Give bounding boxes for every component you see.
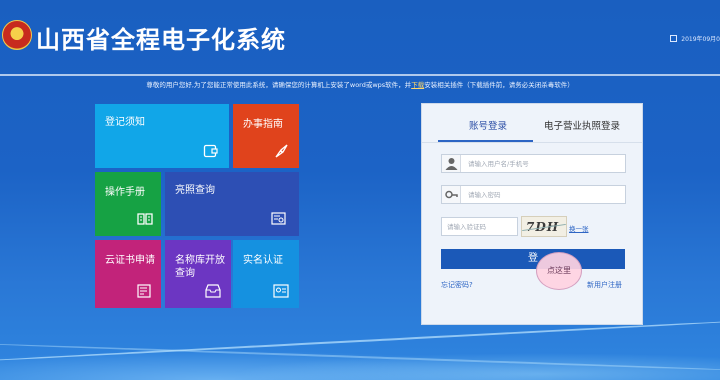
wave-line	[0, 342, 720, 372]
tab-account-login[interactable]: 账号登录	[469, 118, 507, 132]
tile-label: 操作手册	[105, 187, 145, 198]
tile-register-notice[interactable]: 登记须知	[95, 104, 229, 168]
tile-label: 云证书申请	[105, 255, 155, 266]
tile-label: 亮照查询	[175, 185, 215, 196]
tile-realname-auth[interactable]: 实名认证	[233, 240, 299, 308]
login-button[interactable]: 登	[441, 249, 625, 269]
calendar-icon	[670, 35, 678, 42]
click-here-callout: 点这里	[536, 252, 582, 290]
search-document-icon	[271, 212, 286, 225]
date-display: 2019年09月0	[670, 34, 720, 43]
download-link[interactable]: 下载	[411, 81, 424, 89]
username-input[interactable]	[468, 157, 618, 170]
password-input[interactable]	[468, 188, 618, 201]
date-text: 2019年09月0	[681, 36, 720, 43]
refresh-captcha-link[interactable]: 换一张	[569, 223, 589, 233]
national-emblem-icon	[2, 20, 32, 50]
captcha-input[interactable]	[447, 220, 515, 233]
tile-license-query[interactable]: 亮照查询	[165, 172, 299, 236]
notice-text-before: 尊敬的用户您好,为了您能正常使用此系统，请确保您的计算机上安装了word或wps…	[146, 81, 412, 89]
system-title: 山西省全程电子化系统	[36, 26, 286, 54]
compass-icon	[275, 144, 288, 158]
notice-text-after: 安装相关插件（下载插件前，请务必关闭杀毒软件）	[424, 81, 574, 89]
register-link[interactable]: 新用户注册	[587, 280, 622, 290]
tile-name-database[interactable]: 名称库开放查询	[165, 240, 231, 308]
username-field	[441, 154, 626, 173]
password-field	[441, 185, 626, 204]
page-header: 山西省全程电子化系统 2019年09月0	[0, 0, 720, 74]
user-icon	[442, 155, 461, 172]
captcha-field	[441, 217, 518, 236]
tile-cert-apply[interactable]: 云证书申请	[95, 240, 161, 308]
tile-label: 名称库开放查询	[175, 255, 225, 279]
tab-divider	[422, 142, 642, 143]
plugin-notice: 尊敬的用户您好,为了您能正常使用此系统，请确保您的计算机上安装了word或wps…	[0, 79, 720, 89]
header-divider	[0, 74, 720, 76]
open-book-icon	[137, 213, 153, 225]
tile-label: 实名认证	[243, 255, 283, 266]
tile-label: 登记须知	[105, 117, 145, 128]
login-panel: 账号登录 电子营业执照登录 7DH 换一张 登 点这里 忘记密码? 新用户注册	[421, 103, 643, 325]
tile-guide[interactable]: 办事指南	[233, 104, 299, 168]
key-icon	[442, 186, 461, 203]
id-card-icon	[273, 284, 289, 298]
captcha-image[interactable]: 7DH	[521, 216, 567, 237]
document-edit-icon	[203, 144, 218, 158]
inbox-icon	[205, 284, 221, 298]
certificate-icon	[137, 284, 151, 298]
tile-label: 办事指南	[243, 119, 283, 130]
login-tabs: 账号登录 电子营业执照登录	[422, 104, 642, 144]
forgot-password-link[interactable]: 忘记密码?	[441, 280, 473, 290]
tab-license-login[interactable]: 电子营业执照登录	[544, 118, 620, 132]
tile-manual[interactable]: 操作手册	[95, 172, 161, 236]
